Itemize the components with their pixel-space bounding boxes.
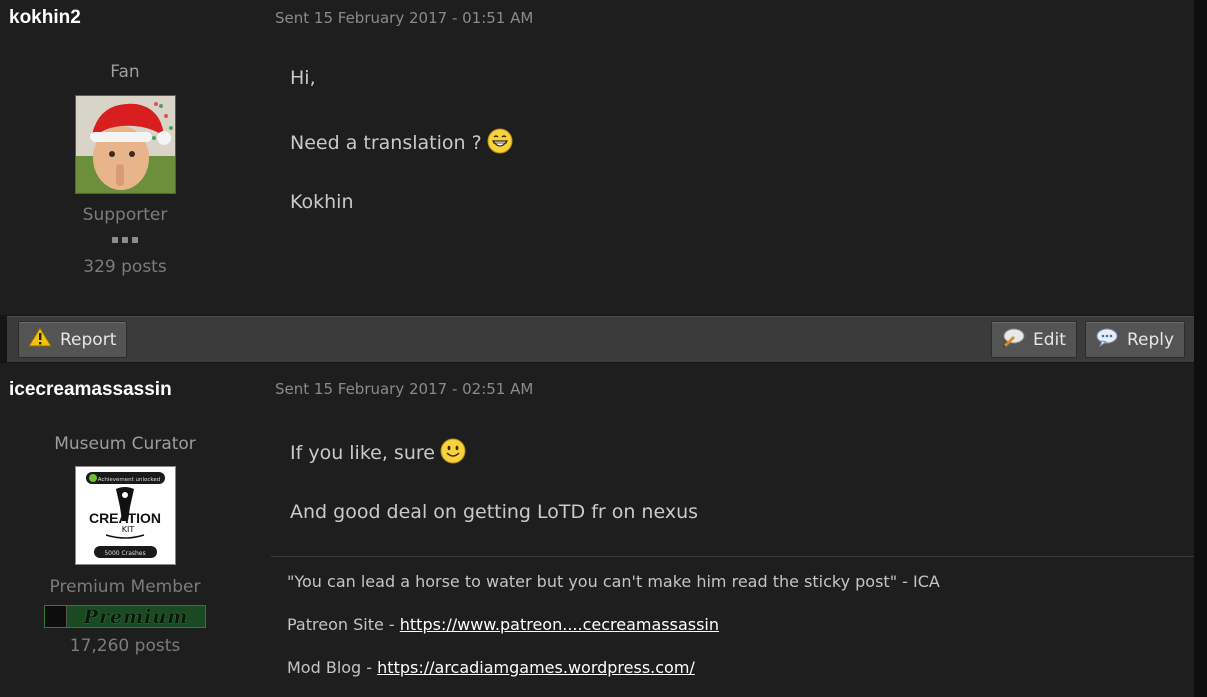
- reputation-pips: [0, 237, 250, 243]
- edit-icon: [1001, 327, 1025, 352]
- edit-label: Edit: [1033, 329, 1066, 350]
- report-button[interactable]: Report: [18, 321, 128, 358]
- post-icecreamassassin: icecreamassassin Sent 15 February 2017 -…: [0, 363, 1194, 697]
- post-kokhin2: kokhin2 Sent 15 February 2017 - 01:51 AM…: [0, 0, 1194, 315]
- author-info-count: 17,260 posts: [0, 636, 250, 656]
- post-action-bar: Report Edit Reply: [7, 316, 1194, 362]
- smile-emoji: [440, 438, 466, 469]
- author-info-lower: Supporter 329 posts: [0, 205, 250, 277]
- post-date: Sent 15 February 2017 - 02:51 AM: [275, 380, 534, 398]
- warning-icon: [28, 327, 52, 352]
- author-name[interactable]: kokhin2: [9, 7, 81, 29]
- patreon-link[interactable]: https://www.patreon....cecreamassassin: [400, 615, 719, 634]
- post-line: Need a translation ?: [290, 132, 482, 154]
- pip: [122, 237, 128, 243]
- post-line: If you like, sure: [290, 442, 435, 464]
- avatar[interactable]: [75, 95, 176, 194]
- post-line-with-emoji: Need a translation ?: [290, 128, 513, 159]
- avatar-top-text: Achievement unlocked: [98, 477, 161, 483]
- premium-badge: Premium: [44, 605, 206, 628]
- member-group: Supporter: [82, 205, 168, 225]
- badge-label: Premium: [83, 605, 189, 628]
- signature-blog: Mod Blog - https://arcadiamgames.wordpre…: [287, 658, 695, 677]
- post-line: Hi,: [290, 67, 316, 89]
- signature-quote: "You can lead a horse to water but you c…: [287, 572, 940, 591]
- blog-link[interactable]: https://arcadiamgames.wordpress.com/: [377, 658, 695, 677]
- avatar-title-text: CREATION: [89, 510, 161, 526]
- edit-button[interactable]: Edit: [991, 321, 1077, 358]
- pip: [112, 237, 118, 243]
- post-count: 329 posts: [83, 257, 167, 277]
- avatar[interactable]: Achievement unlocked CREATION KIT 5000 C…: [75, 466, 176, 565]
- author-info: Fan: [0, 62, 250, 82]
- member-group: Premium Member: [49, 577, 201, 597]
- grin-emoji: [487, 128, 513, 159]
- badge-icon: [45, 606, 67, 627]
- post-header: icecreamassassin Sent 15 February 2017 -…: [0, 363, 1194, 401]
- blog-label: Mod Blog -: [287, 658, 373, 677]
- report-label: Report: [60, 329, 117, 350]
- post-line-with-emoji: If you like, sure: [290, 438, 466, 469]
- pip: [132, 237, 138, 243]
- reply-button[interactable]: Reply: [1085, 321, 1186, 358]
- avatar-bottom-text: 5000 Crashes: [104, 550, 145, 557]
- post-line: Kokhin: [290, 191, 354, 213]
- post-count: 17,260 posts: [69, 636, 181, 656]
- post-date: Sent 15 February 2017 - 01:51 AM: [275, 9, 534, 27]
- post-line: And good deal on getting LoTD fr on nexu…: [290, 501, 699, 523]
- patreon-label: Patreon Site -: [287, 615, 395, 634]
- scrollbar[interactable]: [1194, 0, 1207, 697]
- speech-bubble-icon: [1095, 327, 1119, 352]
- signature-patreon: Patreon Site - https://www.patreon....ce…: [287, 615, 719, 634]
- reply-label: Reply: [1127, 329, 1175, 350]
- signature-divider: [271, 556, 1194, 557]
- member-rank: Fan: [110, 62, 140, 82]
- author-info-lower: Premium Member: [0, 577, 250, 597]
- author-name[interactable]: icecreamassassin: [9, 379, 172, 401]
- author-info: Museum Curator: [0, 434, 250, 454]
- member-rank: Museum Curator: [54, 434, 196, 454]
- avatar-sub-text: KIT: [122, 525, 135, 534]
- post-header: kokhin2 Sent 15 February 2017 - 01:51 AM: [0, 0, 1194, 36]
